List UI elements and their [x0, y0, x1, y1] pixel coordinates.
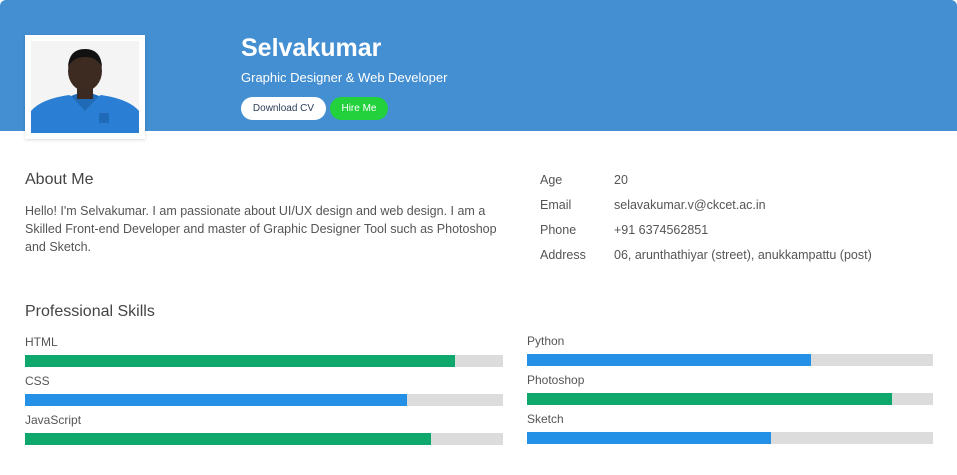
- skill-bar-html: [25, 355, 503, 367]
- profile-name: Selvakumar: [241, 34, 382, 62]
- skill-bar-javascript: [25, 433, 503, 445]
- skill-bar-sketch: [527, 432, 933, 444]
- skill-bar-photoshop: [527, 393, 933, 405]
- skill-bar-fill-photoshop: [527, 393, 893, 405]
- hire-me-button[interactable]: Hire Me: [330, 97, 388, 120]
- profile-card: Selvakumar Graphic Designer & Web Develo…: [0, 0, 957, 475]
- skill-bar-fill-html: [25, 355, 456, 367]
- skill-label-javascript: JavaScript: [25, 413, 82, 427]
- download-cv-button[interactable]: Download CV: [241, 97, 326, 120]
- info-label-age: Age: [540, 173, 563, 187]
- skills-heading: Professional Skills: [25, 303, 155, 320]
- skill-bar-python: [527, 354, 933, 366]
- skill-bar-fill-javascript: [25, 433, 432, 445]
- skill-label-html: HTML: [25, 335, 58, 349]
- skill-label-sketch: Sketch: [527, 412, 564, 426]
- skill-label-photoshop: Photoshop: [527, 373, 585, 387]
- skill-bar-fill-sketch: [527, 432, 771, 444]
- info-label-email: Email: [540, 198, 572, 212]
- about-text: Hello! I'm Selvakumar. I am passionate a…: [25, 204, 497, 254]
- profile-photo-frame: [25, 35, 145, 139]
- profile-photo: [31, 41, 139, 133]
- person-photo-icon: [31, 41, 139, 133]
- skill-bar-fill-python: [527, 354, 812, 366]
- skill-label-python: Python: [527, 334, 565, 348]
- skill-bar-css: [25, 394, 503, 406]
- skill-label-css: CSS: [25, 374, 50, 388]
- info-value-address: 06, arunthathiyar (street), anukkampattu…: [614, 248, 872, 262]
- info-label-phone: Phone: [540, 223, 577, 237]
- info-value-email[interactable]: selavakumar.v@ckcet.ac.in: [614, 198, 766, 212]
- about-heading: About Me: [25, 171, 94, 188]
- info-label-address: Address: [540, 248, 586, 262]
- info-value-age: 20: [614, 173, 628, 187]
- info-value-phone: +91 6374562851: [614, 223, 709, 237]
- profile-title: Graphic Designer & Web Developer: [241, 70, 448, 85]
- skill-bar-fill-css: [25, 394, 408, 406]
